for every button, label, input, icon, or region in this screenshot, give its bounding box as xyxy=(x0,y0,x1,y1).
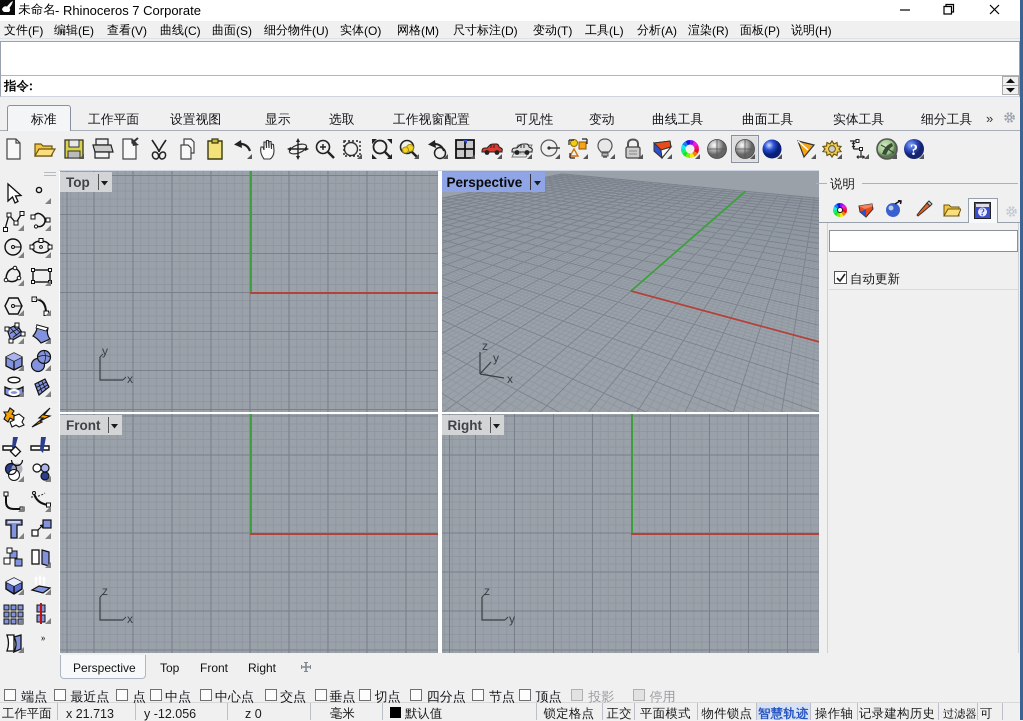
svg-text:z: z xyxy=(102,587,108,598)
svg-text:z: z xyxy=(482,340,488,353)
svg-text:y: y xyxy=(102,347,108,358)
svg-text:y: y xyxy=(493,351,499,365)
svg-text:x: x xyxy=(127,372,133,386)
svg-text:z: z xyxy=(484,587,490,598)
svg-text:x: x xyxy=(507,372,513,386)
svg-text:x: x xyxy=(127,612,133,626)
svg-text:?: ? xyxy=(980,208,985,219)
svg-text:?: ? xyxy=(910,142,918,159)
svg-text:y: y xyxy=(509,612,515,626)
